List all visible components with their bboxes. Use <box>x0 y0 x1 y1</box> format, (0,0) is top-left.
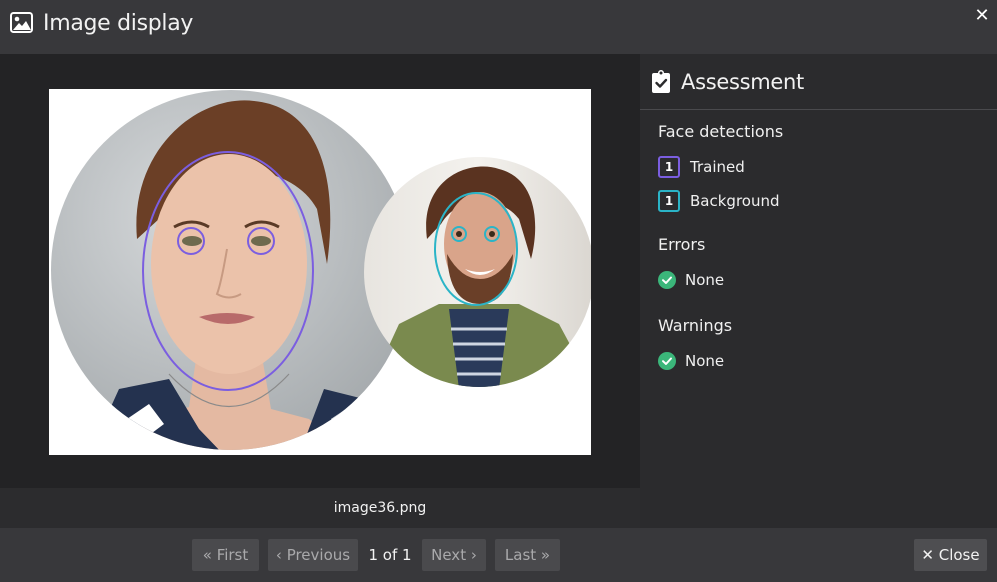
close-icon[interactable]: ✕ <box>972 6 992 26</box>
last-label: Last <box>504 546 537 564</box>
chevron-left-icon: ‹ <box>275 546 282 564</box>
errors-status-label: None <box>685 271 725 289</box>
warnings-heading: Warnings <box>658 316 733 335</box>
caption-bar: image36.png <box>0 488 640 528</box>
image-icon <box>10 12 33 33</box>
warnings-status-label: None <box>685 352 725 370</box>
chevron-right-icon: › <box>470 546 477 564</box>
next-label: Next <box>431 546 467 564</box>
previous-page-button[interactable]: ‹ Previous <box>268 539 358 571</box>
title-bar: Image display ✕ <box>0 0 997 54</box>
face-detections-heading: Face detections <box>658 122 784 141</box>
close-button[interactable]: ✕ Close <box>914 539 987 571</box>
errors-heading: Errors <box>658 235 706 254</box>
first-page-button[interactable]: « First <box>192 539 259 571</box>
next-page-button[interactable]: Next › <box>422 539 486 571</box>
count-badge: 1 <box>658 156 680 178</box>
footer-bar: « First ‹ Previous 1 of 1 Next › Last » … <box>0 528 997 582</box>
previous-label: Previous <box>286 546 351 564</box>
clipboard-check-icon <box>652 70 670 93</box>
double-chevron-right-icon: » <box>540 546 551 564</box>
count-badge: 1 <box>658 190 680 212</box>
legend-label: Background <box>690 192 780 210</box>
close-label: Close <box>938 546 980 564</box>
check-circle-icon <box>658 352 676 370</box>
check-circle-icon <box>658 271 676 289</box>
close-icon: ✕ <box>921 546 934 564</box>
window-title: Image display <box>43 11 194 36</box>
last-page-button[interactable]: Last » <box>495 539 560 571</box>
image-viewer <box>0 54 640 488</box>
assessment-title: Assessment <box>681 70 804 94</box>
double-chevron-left-icon: « <box>202 546 212 564</box>
first-label: First <box>216 546 249 564</box>
page-indicator: 1 of 1 <box>368 546 412 564</box>
displayed-image <box>49 89 591 455</box>
assessment-header: Assessment <box>640 54 997 110</box>
legend-label: Trained <box>690 158 745 176</box>
assessment-panel: Assessment Face detections 1 Trained 1 B… <box>640 54 997 528</box>
